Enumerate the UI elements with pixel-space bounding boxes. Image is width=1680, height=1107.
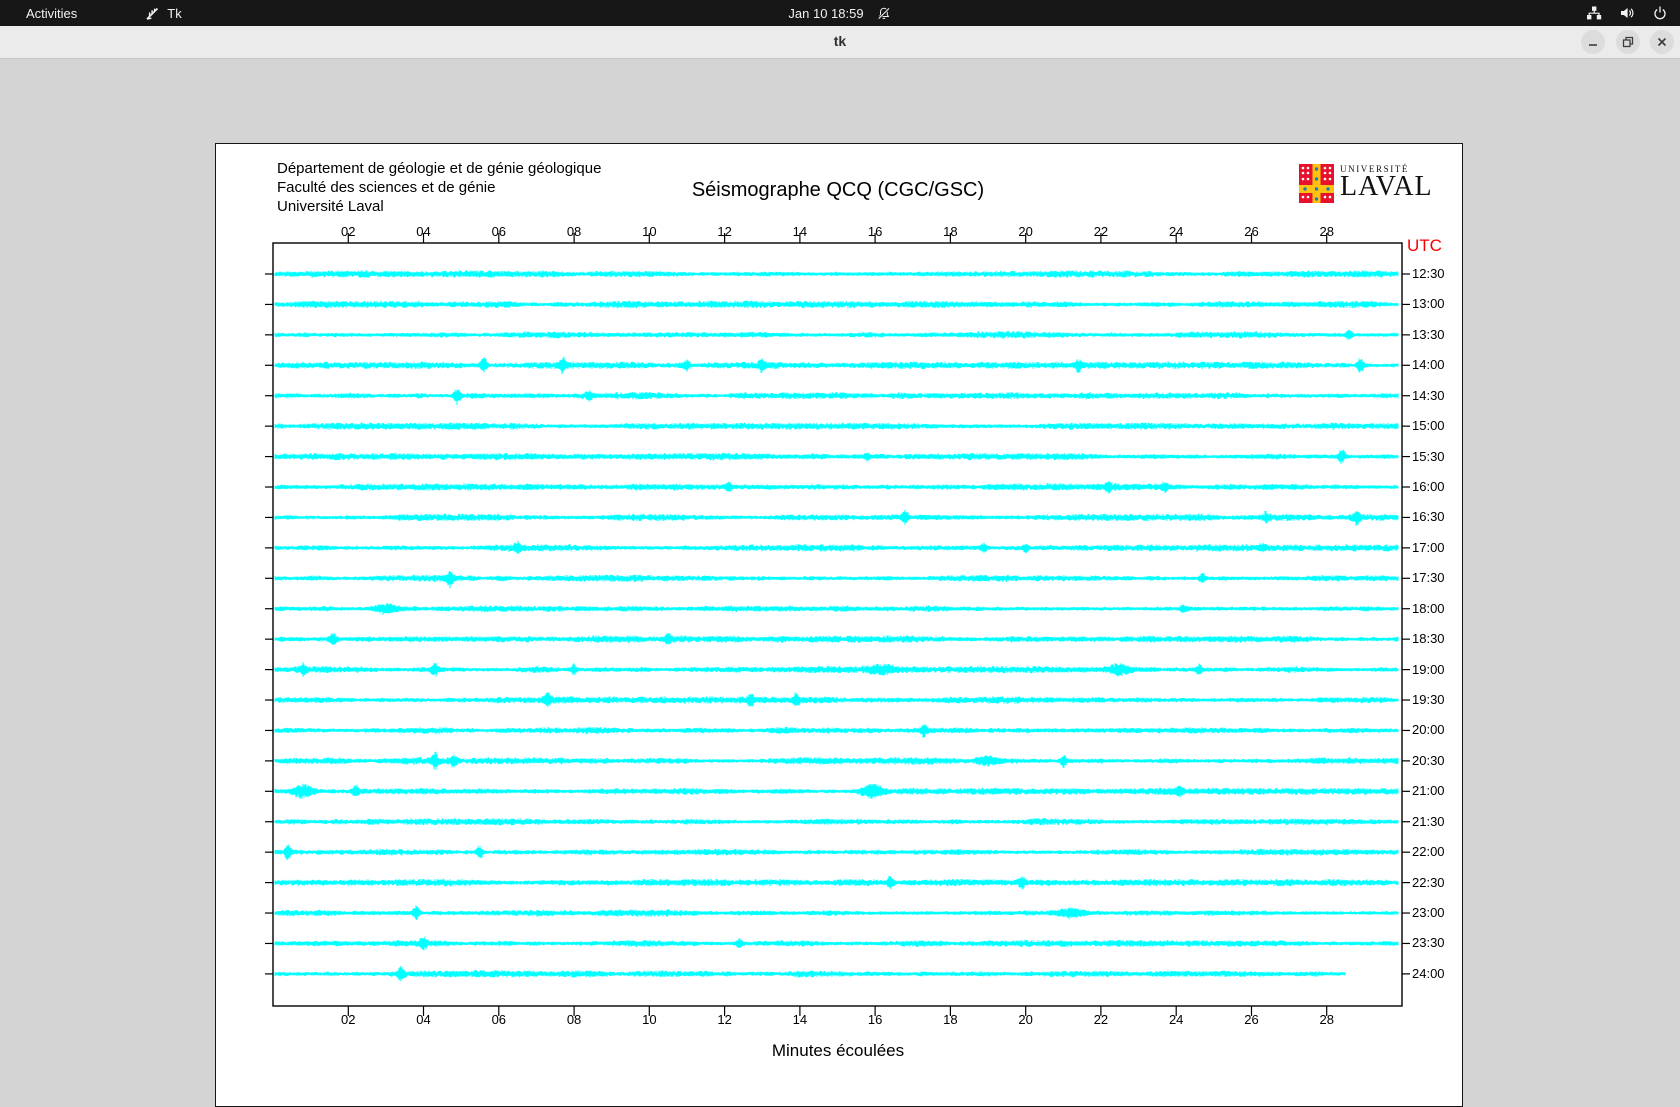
seismogram-trace-row — [274, 692, 1399, 707]
seismogram-trace-row — [274, 817, 1399, 826]
tk-window-body: Département de géologie et de génie géol… — [0, 59, 1680, 1107]
seismogram-trace-row — [274, 783, 1399, 799]
seismogram-trace-row — [274, 662, 1399, 677]
clock-menu[interactable]: Jan 10 18:59 — [788, 6, 891, 21]
window-titlebar[interactable]: tk — [0, 26, 1680, 59]
power-icon — [1652, 5, 1668, 21]
clock-label: Jan 10 18:59 — [788, 5, 864, 21]
x-axis-title: Minutes écoulées — [771, 1041, 905, 1060]
system-status-area[interactable] — [1586, 5, 1668, 21]
network-icon — [1586, 5, 1602, 21]
seismogram-plot — [265, 233, 1410, 1016]
tk-feather-icon — [145, 6, 160, 21]
minimize-button[interactable] — [1581, 30, 1605, 54]
seismogram-trace-row — [274, 876, 1399, 890]
seismogram-trace-row — [274, 356, 1399, 375]
window-title: tk — [833, 33, 847, 49]
seismogram-trace-row — [274, 270, 1399, 278]
seismogram-trace-row — [274, 724, 1399, 738]
seismogram-trace-row — [274, 965, 1346, 982]
volume-icon — [1619, 5, 1635, 21]
activities-button[interactable]: Activities — [20, 4, 83, 23]
gnome-top-bar: Activities Tk Jan 10 18:59 — [0, 0, 1680, 26]
seismogram-trace-row — [274, 329, 1399, 341]
seismogram-trace-row — [274, 603, 1399, 615]
seismogram-trace-row — [274, 633, 1399, 645]
seismogram-trace-row — [274, 571, 1399, 589]
focused-app-name: Tk — [167, 5, 182, 21]
seismogram-trace-row — [274, 509, 1399, 526]
seismogram-trace-row — [274, 751, 1399, 770]
restore-button[interactable] — [1616, 30, 1640, 54]
seismogram-trace-row — [274, 422, 1399, 430]
seismogram-trace-row — [274, 300, 1399, 309]
seismogram-trace-row — [274, 389, 1399, 405]
seismogram-trace-row — [274, 844, 1399, 861]
seismograph-canvas: Département de géologie et de génie géol… — [215, 143, 1463, 1107]
seismogram-trace-row — [274, 905, 1399, 921]
seismogram-trace-row — [274, 540, 1399, 554]
seismogram-trace-row — [274, 936, 1399, 951]
seismogram-trace-row — [274, 449, 1399, 465]
focused-app-menu[interactable]: Tk — [145, 5, 182, 21]
bell-muted-icon — [877, 6, 892, 21]
close-icon[interactable] — [1650, 30, 1674, 54]
seismogram-trace-row — [274, 481, 1399, 494]
